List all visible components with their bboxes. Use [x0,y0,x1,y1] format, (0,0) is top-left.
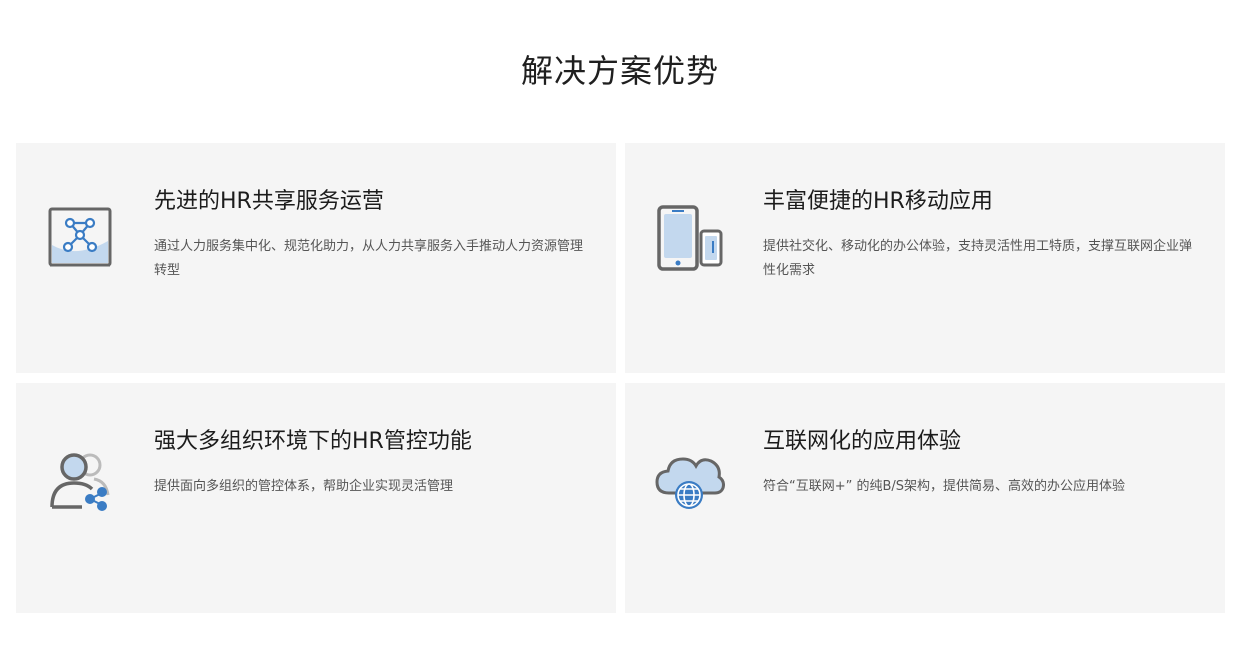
card-description: 符合“互联网+” 的纯B/S架构，提供简易、高效的办公应用体验 [763,479,1126,494]
users-share-icon [46,441,116,515]
card-description: 通过人力服务集中化、规范化助力，从人力共享服务入手推动人力资源管理转型 [154,239,584,278]
advantage-card-hr-mobile: 丰富便捷的HR移动应用 提供社交化、移动化的办公体验，支持灵活性用工特质，支撑互… [625,143,1225,373]
card-description: 提供面向多组织的管控体系，帮助企业实现灵活管理 [154,479,454,494]
section-title: 解决方案优势 [520,52,719,90]
mobile-devices-icon [655,201,725,275]
card-title: 强大多组织环境下的HR管控功能 [154,429,472,454]
cloud-globe-icon [655,441,725,515]
advantage-card-internet-experience: 互联网化的应用体验 符合“互联网+” 的纯B/S架构，提供简易、高效的办公应用体… [625,383,1225,613]
card-title: 互联网化的应用体验 [763,429,962,454]
card-title: 丰富便捷的HR移动应用 [763,189,993,214]
card-title: 先进的HR共享服务运营 [154,189,384,214]
solution-advantages-section: 解决方案优势 先进的HR共享服务运营 通过人力服务集中化、规范化助力，从人力共享… [0,0,1260,656]
advantage-card-multi-org-control: 强大多组织环境下的HR管控功能 提供面向多组织的管控体系，帮助企业实现灵活管理 [16,383,616,613]
network-board-icon [46,201,116,275]
card-description: 提供社交化、移动化的办公体验，支持灵活性用工特质，支撑互联网企业弹性化需求 [763,239,1193,278]
advantage-card-hr-shared-service: 先进的HR共享服务运营 通过人力服务集中化、规范化助力，从人力共享服务入手推动人… [16,143,616,373]
